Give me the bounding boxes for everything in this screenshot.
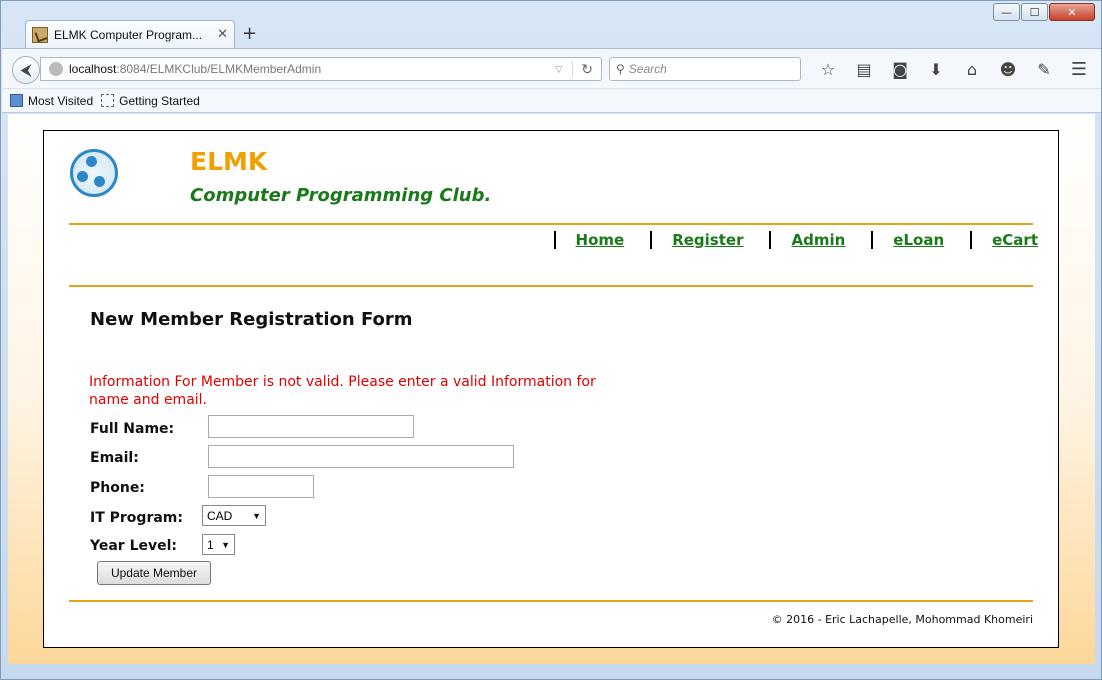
nav-eloan-link[interactable]: eLoan <box>871 231 944 249</box>
main-nav: Home Register Admin eLoan eCart <box>528 231 1038 249</box>
update-member-button[interactable]: Update Member <box>97 561 211 585</box>
favicon-icon <box>32 26 48 43</box>
full-name-input[interactable] <box>208 415 414 438</box>
history-dropdown-icon[interactable]: ▽ <box>555 64 562 75</box>
chevron-down-icon: ▼ <box>252 510 261 521</box>
reload-icon[interactable]: ↻ <box>572 60 601 78</box>
pocket-icon[interactable]: ◙ <box>882 59 918 79</box>
phone-label: Phone: <box>90 480 145 496</box>
download-icon[interactable]: ⬇ <box>918 59 954 79</box>
footer-divider <box>69 600 1033 602</box>
nav-ecart-link[interactable]: eCart <box>970 231 1038 249</box>
it-program-label: IT Program: <box>90 510 183 526</box>
email-input[interactable] <box>208 445 514 468</box>
minimize-button[interactable]: — <box>993 3 1020 21</box>
bookmark-most-visited[interactable]: Most Visited <box>10 94 93 108</box>
screenshot-icon[interactable]: ✎ <box>1026 59 1062 79</box>
nav-home-link[interactable]: Home <box>553 231 624 249</box>
bookmark-label: Getting Started <box>119 93 200 108</box>
address-bar[interactable]: localhost :8084/ELMKClub/ELMKMemberAdmin… <box>40 57 602 81</box>
most-visited-icon <box>10 94 23 107</box>
email-label: Email: <box>90 450 139 466</box>
site-title: ELMK <box>190 147 268 176</box>
search-icon: ⚲ <box>616 62 625 76</box>
page-viewport: ELMK Computer Programming Club. Home Reg… <box>8 114 1095 664</box>
back-button[interactable]: ⮜ <box>12 56 40 84</box>
club-logo-icon <box>70 149 118 197</box>
home-icon[interactable]: ⌂ <box>954 59 990 79</box>
new-tab-button[interactable]: + <box>242 23 257 44</box>
chevron-down-icon: ▼ <box>221 539 230 550</box>
hamburger-menu-icon[interactable]: ☰ <box>1071 59 1087 80</box>
bookmarks-toolbar: Most Visited Getting Started <box>2 89 1101 113</box>
browser-window: — ☐ ✕ ELMK Computer Program... ✕ + ⮜ loc… <box>0 0 1102 680</box>
bookmark-getting-started[interactable]: Getting Started <box>101 94 200 108</box>
search-placeholder: Search <box>628 62 667 76</box>
search-input[interactable]: ⚲ Search <box>609 57 801 81</box>
bookmark-label: Most Visited <box>28 93 94 108</box>
back-arrow-icon: ⮜ <box>20 60 32 79</box>
toolbar-icons: ☆ ▤ ◙ ⬇ ⌂ ☻ ✎ <box>810 59 1062 79</box>
page-container: ELMK Computer Programming Club. Home Reg… <box>43 130 1059 648</box>
smiley-icon[interactable]: ☻ <box>990 59 1026 79</box>
form-title: New Member Registration Form <box>90 309 413 330</box>
tab-close-icon[interactable]: ✕ <box>217 27 228 42</box>
globe-icon <box>49 62 63 76</box>
close-window-button[interactable]: ✕ <box>1049 3 1095 21</box>
site-subtitle: Computer Programming Club. <box>190 185 492 206</box>
year-level-select[interactable]: 1 ▼ <box>202 534 235 555</box>
getting-started-icon <box>101 94 115 107</box>
reading-list-icon[interactable]: ▤ <box>846 59 882 79</box>
url-host: localhost <box>69 62 117 76</box>
browser-tab[interactable]: ELMK Computer Program... ✕ <box>25 20 235 48</box>
nav-admin-link[interactable]: Admin <box>769 231 845 249</box>
full-name-label: Full Name: <box>90 421 175 437</box>
year-level-value: 1 <box>207 537 214 552</box>
footer-copyright: © 2016 - Eric Lachapelle, Mohommad Khome… <box>771 613 1033 626</box>
window-controls: — ☐ ✕ <box>993 3 1095 21</box>
bookmark-star-icon[interactable]: ☆ <box>810 59 846 79</box>
it-program-value: CAD <box>207 508 233 523</box>
header-divider <box>69 223 1033 225</box>
nav-register-link[interactable]: Register <box>650 231 743 249</box>
tab-title: ELMK Computer Program... <box>54 27 203 42</box>
url-path: :8084/ELMKClub/ELMKMemberAdmin <box>116 62 322 76</box>
it-program-select[interactable]: CAD ▼ <box>202 505 266 526</box>
phone-input[interactable] <box>208 475 314 498</box>
year-level-label: Year Level: <box>90 538 178 554</box>
maximize-button[interactable]: ☐ <box>1021 3 1048 21</box>
nav-divider <box>69 285 1033 287</box>
navigation-toolbar: ⮜ localhost :8084/ELMKClub/ELMKMemberAdm… <box>2 48 1101 88</box>
error-message: Information For Member is not valid. Ple… <box>89 374 596 408</box>
